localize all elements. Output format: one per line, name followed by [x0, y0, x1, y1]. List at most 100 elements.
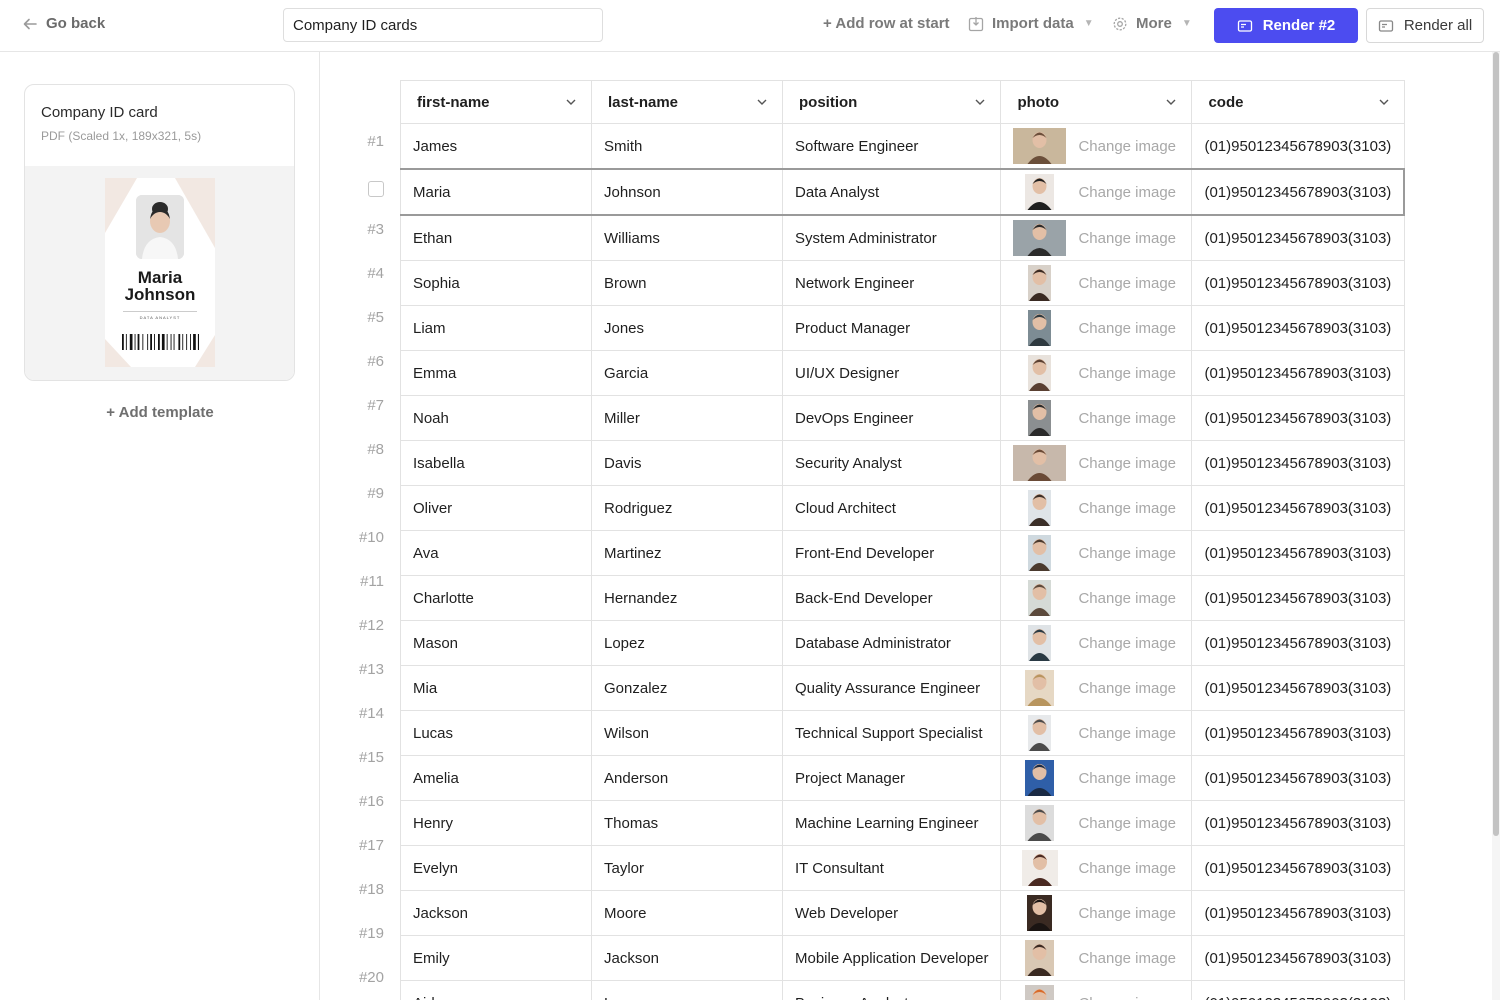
table-row[interactable]: Mason Lopez Database Administrator Change i…	[400, 620, 1405, 666]
first-name-cell[interactable]: Liam	[400, 305, 592, 351]
photo-cell[interactable]: Change image	[1000, 980, 1193, 1000]
change-image-link[interactable]: Change image	[1078, 590, 1176, 607]
photo-cell[interactable]: Change image	[1000, 440, 1193, 486]
position-cell[interactable]: Back-End Developer	[781, 575, 1002, 621]
change-image-link[interactable]: Change image	[1078, 365, 1176, 382]
position-cell[interactable]: Software Engineer	[781, 123, 1002, 170]
table-row[interactable]: Ava Martinez Front-End Developer Change ima…	[400, 530, 1405, 576]
photo-thumbnail[interactable]	[1013, 895, 1066, 931]
change-image-link[interactable]: Change image	[1078, 545, 1176, 562]
table-row[interactable]: James Smith Software Engineer Change image (…	[400, 123, 1405, 170]
change-image-link[interactable]: Change image	[1078, 815, 1176, 832]
code-cell[interactable]: (01)95012345678903(3103)	[1191, 890, 1405, 936]
change-image-link[interactable]: Change image	[1078, 860, 1176, 877]
column-header-code[interactable]: code	[1191, 80, 1405, 124]
photo-cell[interactable]: Change image	[1000, 575, 1193, 621]
last-name-cell[interactable]: Garcia	[591, 350, 783, 396]
photo-thumbnail[interactable]	[1013, 128, 1067, 164]
change-image-link[interactable]: Change image	[1078, 950, 1176, 967]
first-name-cell[interactable]: Evelyn	[400, 845, 592, 891]
table-row[interactable]: Evelyn Taylor IT Consultant Change image (01…	[400, 845, 1405, 891]
column-header-position[interactable]: position	[781, 80, 1002, 124]
table-row[interactable]: Ethan Williams System Administrator Change …	[400, 214, 1405, 261]
chevron-down-icon[interactable]	[974, 96, 986, 108]
photo-thumbnail[interactable]	[1013, 625, 1066, 661]
last-name-cell[interactable]: Taylor	[591, 845, 783, 891]
code-cell[interactable]: (01)95012345678903(3103)	[1191, 980, 1405, 1000]
change-image-link[interactable]: Change image	[1078, 635, 1176, 652]
chevron-down-icon[interactable]	[756, 96, 768, 108]
last-name-cell[interactable]: Lopez	[591, 620, 783, 666]
column-header-last-name[interactable]: last-name	[591, 80, 783, 124]
last-name-cell[interactable]: Wilson	[591, 710, 783, 756]
position-cell[interactable]: Database Administrator	[781, 620, 1002, 666]
table-row[interactable]: AidenLeeBusiness Analyst Change image (01)…	[400, 980, 1405, 1000]
code-cell[interactable]: (01)95012345678903(3103)	[1191, 575, 1405, 621]
table-row[interactable]: Lucas Wilson Technical Support Specialist C…	[400, 710, 1405, 756]
column-header-photo[interactable]: photo	[1000, 80, 1193, 124]
vertical-scrollbar[interactable]	[1492, 52, 1500, 1000]
code-cell[interactable]: (01)95012345678903(3103)	[1191, 620, 1405, 666]
last-name-cell[interactable]: Jackson	[591, 935, 783, 981]
change-image-link[interactable]: Change image	[1078, 500, 1176, 517]
photo-cell[interactable]: Change image	[1000, 935, 1193, 981]
document-title-input[interactable]	[283, 8, 603, 42]
photo-thumbnail[interactable]	[1013, 400, 1066, 436]
first-name-cell[interactable]: Amelia	[400, 755, 592, 801]
column-header-first-name[interactable]: first-name	[400, 80, 592, 124]
photo-thumbnail[interactable]	[1013, 760, 1066, 796]
position-cell[interactable]: System Administrator	[781, 214, 1002, 261]
position-cell[interactable]: IT Consultant	[781, 845, 1002, 891]
last-name-cell[interactable]: Anderson	[591, 755, 783, 801]
first-name-cell[interactable]: Emily	[400, 935, 592, 981]
render-current-button[interactable]: Render #2	[1214, 8, 1358, 43]
position-cell[interactable]: Cloud Architect	[781, 485, 1002, 531]
chevron-down-icon[interactable]	[1165, 96, 1177, 108]
table-row[interactable]: Isabella Davis Security Analyst Change imag…	[400, 440, 1405, 486]
last-name-cell[interactable]: Johnson	[591, 168, 783, 216]
code-cell[interactable]: (01)95012345678903(3103)	[1191, 755, 1405, 801]
chevron-down-icon[interactable]	[565, 96, 577, 108]
photo-thumbnail[interactable]	[1013, 670, 1066, 706]
go-back-button[interactable]: Go back	[22, 15, 105, 32]
first-name-cell[interactable]: Ava	[400, 530, 592, 576]
last-name-cell[interactable]: Martinez	[591, 530, 783, 576]
position-cell[interactable]: Security Analyst	[781, 440, 1002, 486]
position-cell[interactable]: Product Manager	[781, 305, 1002, 351]
more-menu-button[interactable]: More ▼	[1112, 15, 1192, 32]
first-name-cell[interactable]: Aiden	[400, 980, 592, 1000]
first-name-cell[interactable]: Lucas	[400, 710, 592, 756]
table-row[interactable]: Amelia Anderson Project Manager Change imag…	[400, 755, 1405, 801]
photo-thumbnail[interactable]	[1013, 265, 1066, 301]
photo-cell[interactable]: Change image	[1000, 123, 1193, 170]
photo-thumbnail[interactable]	[1013, 940, 1066, 976]
first-name-cell[interactable]: Emma	[400, 350, 592, 396]
template-card[interactable]: Company ID card PDF (Scaled 1x, 189x321,…	[24, 84, 295, 381]
code-cell[interactable]: (01)95012345678903(3103)	[1191, 935, 1405, 981]
table-row[interactable]: Mia Gonzalez Quality Assurance Engineer Cha…	[400, 665, 1405, 711]
code-cell[interactable]: (01)95012345678903(3103)	[1191, 800, 1405, 846]
last-name-cell[interactable]: Hernandez	[591, 575, 783, 621]
table-row[interactable]: Emily Jackson Mobile Application Developer…	[400, 935, 1405, 981]
change-image-link[interactable]: Change image	[1078, 680, 1176, 697]
first-name-cell[interactable]: Charlotte	[400, 575, 592, 621]
last-name-cell[interactable]: Moore	[591, 890, 783, 936]
code-cell[interactable]: (01)95012345678903(3103)	[1191, 260, 1405, 306]
last-name-cell[interactable]: Gonzalez	[591, 665, 783, 711]
code-cell[interactable]: (01)95012345678903(3103)	[1191, 395, 1405, 441]
table-row[interactable]: Charlotte Hernandez Back-End Developer Chan…	[400, 575, 1405, 621]
position-cell[interactable]: Machine Learning Engineer	[781, 800, 1002, 846]
row-select-checkbox[interactable]	[368, 181, 384, 197]
first-name-cell[interactable]: Isabella	[400, 440, 592, 486]
change-image-link[interactable]: Change image	[1078, 770, 1176, 787]
change-image-link[interactable]: Change image	[1078, 230, 1176, 247]
last-name-cell[interactable]: Davis	[591, 440, 783, 486]
last-name-cell[interactable]: Brown	[591, 260, 783, 306]
first-name-cell[interactable]: Noah	[400, 395, 592, 441]
photo-cell[interactable]: Change image	[1000, 665, 1193, 711]
table-row[interactable]: Maria Johnson Data Analyst Change image (01)…	[400, 168, 1406, 216]
photo-thumbnail[interactable]	[1013, 850, 1066, 886]
position-cell[interactable]: Data Analyst	[781, 168, 1002, 216]
position-cell[interactable]: DevOps Engineer	[781, 395, 1002, 441]
table-row[interactable]: Emma Garcia UI/UX Designer Change image (01)…	[400, 350, 1405, 396]
